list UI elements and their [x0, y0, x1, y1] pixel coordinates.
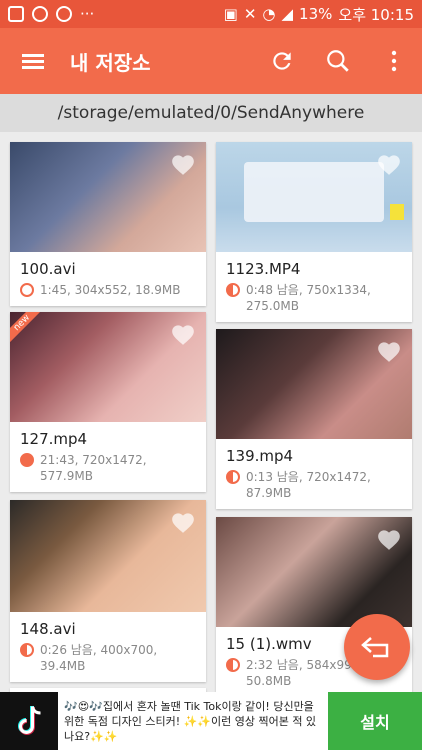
notification-icon	[8, 6, 24, 22]
tiktok-logo-icon	[0, 692, 58, 750]
app-bar: 내 저장소	[0, 28, 422, 94]
file-meta: 0:48 남음, 750x1334, 275.0MB	[216, 280, 412, 322]
status-bar: ··· ▣ ✕ ◔ ◢ 13% 오후 10:15	[0, 0, 422, 28]
signal-icon: ◢	[281, 5, 294, 23]
playback-progress-icon	[20, 643, 34, 657]
file-card[interactable]: 100.avi 1:45, 304x552, 18.9MB	[10, 142, 206, 306]
favorite-heart-icon[interactable]	[376, 339, 402, 363]
video-thumbnail	[216, 517, 412, 627]
playback-progress-icon	[226, 658, 240, 672]
clock: 오후 10:15	[338, 5, 414, 24]
file-meta: 1:45, 304x552, 18.9MB	[10, 280, 206, 306]
more-options-icon[interactable]	[366, 28, 422, 94]
file-name: 1123.MP4	[226, 260, 301, 278]
video-thumbnail	[10, 142, 206, 252]
favorite-heart-icon[interactable]	[376, 152, 402, 176]
video-thumbnail	[216, 329, 412, 439]
return-arrow-icon	[361, 637, 389, 658]
file-card[interactable]: 139.mp4 0:13 남음, 720x1472, 87.9MB	[216, 329, 412, 509]
wifi-icon: ◔	[262, 5, 276, 23]
file-meta-line1: 0:26 남음, 400x700,	[40, 643, 158, 657]
status-left-icons: ···	[8, 5, 94, 23]
video-thumbnail	[10, 500, 206, 612]
mute-icon: ✕	[243, 5, 257, 23]
page-title: 내 저장소	[70, 50, 151, 75]
playback-progress-icon	[20, 453, 34, 467]
video-thumbnail: new	[10, 312, 206, 422]
battery-level: 13%	[299, 5, 333, 23]
refresh-icon[interactable]	[254, 28, 310, 94]
file-name: 148.avi	[20, 620, 76, 638]
favorite-heart-icon[interactable]	[170, 152, 196, 176]
file-name: 139.mp4	[226, 447, 294, 465]
file-name: 127.mp4	[20, 430, 88, 448]
spotify-icon	[56, 6, 72, 22]
install-button[interactable]: 설치	[328, 692, 422, 750]
file-meta-line2: 275.0MB	[246, 299, 299, 313]
ad-banner[interactable]: 🎶😍🎶집에서 혼자 놀땐 Tik Tok이랑 같이! 당신만을 위한 독점 디자…	[0, 692, 422, 750]
file-grid: 100.avi 1:45, 304x552, 18.9MB 1123.MP4 0…	[0, 132, 422, 692]
search-icon[interactable]	[310, 28, 366, 94]
ad-text: 🎶😍🎶집에서 혼자 놀땐 Tik Tok이랑 같이! 당신만을 위한 독점 디자…	[64, 699, 317, 743]
file-meta: 0:26 남음, 400x700, 39.4MB	[10, 640, 206, 682]
file-meta-line1: 21:43, 720x1472,	[40, 453, 147, 467]
favorite-heart-icon[interactable]	[170, 322, 196, 346]
playback-progress-icon	[226, 470, 240, 484]
sync-icon	[32, 6, 48, 22]
back-return-button[interactable]	[344, 614, 410, 680]
file-meta-line2: 39.4MB	[40, 659, 86, 673]
file-meta-line1: 0:48 남음, 750x1334,	[246, 283, 371, 297]
battery-saver-icon: ▣	[223, 5, 238, 23]
file-meta-line1: 1:45, 304x552, 18.9MB	[40, 283, 181, 297]
file-meta: 0:13 남음, 720x1472, 87.9MB	[216, 467, 412, 509]
file-meta-line2: 87.9MB	[246, 486, 292, 500]
file-card[interactable]: 148.avi 0:26 남음, 400x700, 39.4MB	[10, 500, 206, 682]
thumbnail-yellow-shape	[390, 204, 404, 220]
file-meta: 21:43, 720x1472, 577.9MB	[10, 450, 206, 492]
more-notifications: ···	[80, 5, 95, 23]
status-right: ▣ ✕ ◔ ◢ 13% 오후 10:15	[224, 4, 414, 25]
hamburger-menu-icon[interactable]	[0, 28, 66, 94]
playback-progress-icon	[20, 283, 34, 297]
file-meta-line2: 50.8MB	[246, 674, 292, 688]
favorite-heart-icon[interactable]	[376, 527, 402, 551]
file-card[interactable]: 1123.MP4 0:48 남음, 750x1334, 275.0MB	[216, 142, 412, 322]
file-name: 100.avi	[20, 260, 76, 278]
playback-progress-icon	[226, 283, 240, 297]
video-thumbnail	[216, 142, 412, 252]
file-meta-line2: 577.9MB	[40, 469, 93, 483]
app-bar-actions	[254, 28, 422, 94]
new-badge: new	[10, 312, 47, 348]
favorite-heart-icon[interactable]	[170, 510, 196, 534]
file-meta-line1: 2:32 남음, 584x99	[246, 658, 352, 672]
file-meta-line1: 0:13 남음, 720x1472,	[246, 470, 371, 484]
file-card[interactable]: new 127.mp4 21:43, 720x1472, 577.9MB	[10, 312, 206, 492]
path-breadcrumb: /storage/emulated/0/SendAnywhere	[0, 94, 422, 132]
thumbnail-dialog-shape	[244, 162, 384, 222]
